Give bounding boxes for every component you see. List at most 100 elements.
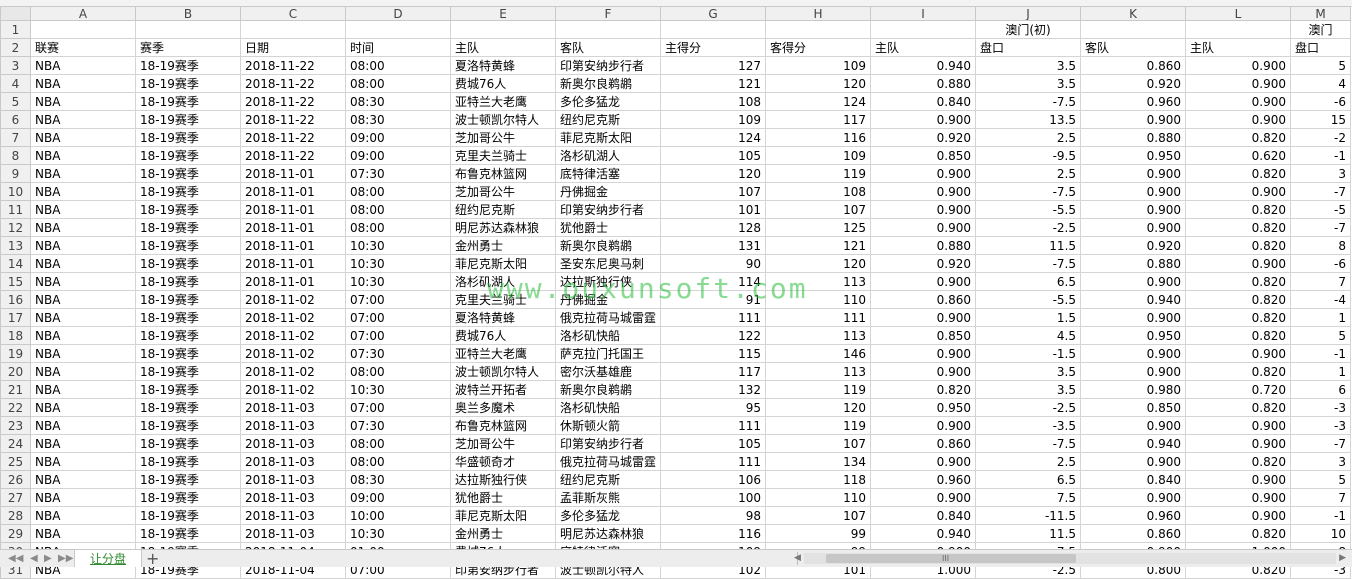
cell[interactable]: 休斯顿火箭 bbox=[554, 416, 662, 435]
cell[interactable]: 18-19赛季 bbox=[135, 380, 241, 399]
header-cell[interactable]: 主得分 bbox=[660, 38, 767, 57]
cell[interactable]: 0.980 bbox=[1080, 380, 1187, 399]
cell[interactable]: 0.880 bbox=[870, 74, 977, 93]
cell[interactable]: -1 bbox=[1290, 344, 1352, 363]
cell[interactable]: 2018-11-03 bbox=[240, 434, 346, 453]
first-sheet-icon[interactable]: ◀◀ bbox=[8, 553, 23, 564]
cell[interactable]: 111 bbox=[660, 308, 767, 327]
cell[interactable]: 底特律活塞 bbox=[554, 164, 662, 183]
cell[interactable]: 2018-11-03 bbox=[240, 398, 346, 417]
cell[interactable]: NBA bbox=[30, 344, 136, 363]
header-cell[interactable]: 主队 bbox=[870, 38, 977, 57]
cell[interactable] bbox=[1185, 20, 1292, 39]
cell[interactable] bbox=[240, 20, 346, 39]
cell[interactable]: 0.820 bbox=[1185, 164, 1292, 183]
cell[interactable]: 0.900 bbox=[870, 344, 977, 363]
cell[interactable]: 0.820 bbox=[1185, 398, 1292, 417]
cell[interactable]: 0.900 bbox=[870, 416, 977, 435]
cell[interactable]: 0.960 bbox=[1080, 92, 1187, 111]
cell[interactable]: 18-19赛季 bbox=[135, 254, 241, 273]
cell[interactable]: 新奥尔良鹈鹕 bbox=[554, 380, 662, 399]
cell[interactable]: 0.900 bbox=[1080, 272, 1187, 291]
cell[interactable]: 18-19赛季 bbox=[135, 308, 241, 327]
cell[interactable]: 07:00 bbox=[345, 398, 451, 417]
cell[interactable]: 圣安东尼奥马刺 bbox=[554, 254, 662, 273]
cell[interactable]: 华盛顿奇才 bbox=[450, 452, 556, 471]
row-header[interactable]: 20 bbox=[0, 362, 31, 381]
cell[interactable]: 2.5 bbox=[975, 452, 1082, 471]
cell[interactable]: 18-19赛季 bbox=[135, 56, 241, 75]
cell[interactable]: 0.900 bbox=[1185, 416, 1292, 435]
scroll-thumb[interactable]: III bbox=[826, 554, 1076, 563]
cell[interactable]: 0.920 bbox=[1080, 236, 1187, 255]
cell[interactable]: 0.900 bbox=[870, 218, 977, 237]
cell[interactable]: 印第安纳步行者 bbox=[554, 56, 662, 75]
cell[interactable]: NBA bbox=[30, 272, 136, 291]
cell[interactable]: 8 bbox=[1290, 236, 1352, 255]
cell[interactable]: 0.820 bbox=[1185, 218, 1292, 237]
sheet-tab-handicap[interactable]: 让分盘 bbox=[74, 550, 142, 567]
cell[interactable]: 105 bbox=[660, 146, 767, 165]
cell[interactable]: 丹佛掘金 bbox=[554, 182, 662, 201]
header-cell[interactable]: 联赛 bbox=[30, 38, 136, 57]
cell[interactable]: 印第安纳步行者 bbox=[554, 434, 662, 453]
cell[interactable]: 1.5 bbox=[975, 308, 1082, 327]
cell[interactable]: 116 bbox=[765, 128, 872, 147]
cell[interactable]: NBA bbox=[30, 56, 136, 75]
row-header[interactable]: 21 bbox=[0, 380, 31, 399]
cell[interactable]: 18-19赛季 bbox=[135, 488, 241, 507]
cell[interactable]: 0.860 bbox=[870, 434, 977, 453]
cell[interactable]: 0.720 bbox=[1185, 380, 1292, 399]
cell[interactable] bbox=[30, 20, 136, 39]
cell[interactable]: 4.5 bbox=[975, 326, 1082, 345]
cell[interactable]: 18-19赛季 bbox=[135, 470, 241, 489]
cell[interactable]: 波士顿凯尔特人 bbox=[450, 362, 556, 381]
cell[interactable]: 18-19赛季 bbox=[135, 74, 241, 93]
row-header[interactable]: 5 bbox=[0, 92, 31, 111]
cell[interactable]: 2018-11-02 bbox=[240, 290, 346, 309]
cell[interactable]: 7 bbox=[1290, 272, 1352, 291]
cell[interactable]: 俄克拉荷马城雷霆 bbox=[554, 452, 662, 471]
cell[interactable]: 18-19赛季 bbox=[135, 236, 241, 255]
cell[interactable]: 5 bbox=[1290, 470, 1352, 489]
cell[interactable]: -6 bbox=[1290, 254, 1352, 273]
cell[interactable]: 121 bbox=[765, 236, 872, 255]
cell[interactable]: -5 bbox=[1290, 200, 1352, 219]
cell[interactable]: 0.850 bbox=[870, 326, 977, 345]
cell[interactable]: 明尼苏达森林狼 bbox=[450, 218, 556, 237]
cell[interactable]: 0.860 bbox=[870, 290, 977, 309]
cell[interactable]: 18-19赛季 bbox=[135, 524, 241, 543]
cell[interactable]: 0.900 bbox=[1185, 182, 1292, 201]
cell[interactable]: 120 bbox=[765, 398, 872, 417]
cell[interactable]: -7.5 bbox=[975, 254, 1082, 273]
cell[interactable]: 0.900 bbox=[1080, 218, 1187, 237]
cell[interactable]: 0.820 bbox=[1185, 200, 1292, 219]
cell[interactable]: 18-19赛季 bbox=[135, 272, 241, 291]
cell[interactable]: 114 bbox=[660, 272, 767, 291]
header-cell[interactable]: 客得分 bbox=[765, 38, 872, 57]
column-header-d[interactable]: D bbox=[345, 6, 451, 21]
cell[interactable]: 2018-11-22 bbox=[240, 92, 346, 111]
cell[interactable]: 11.5 bbox=[975, 236, 1082, 255]
cell[interactable] bbox=[345, 20, 451, 39]
cell[interactable]: 2018-11-22 bbox=[240, 74, 346, 93]
cell[interactable]: 6.5 bbox=[975, 470, 1082, 489]
cell[interactable]: 116 bbox=[660, 524, 767, 543]
cell[interactable]: 0.900 bbox=[1080, 308, 1187, 327]
cell[interactable]: 119 bbox=[765, 164, 872, 183]
row-header[interactable]: 22 bbox=[0, 398, 31, 417]
cell[interactable]: 2018-11-03 bbox=[240, 470, 346, 489]
cell[interactable]: 0.900 bbox=[1185, 470, 1292, 489]
cell[interactable]: 0.820 bbox=[1185, 272, 1292, 291]
cell[interactable]: 111 bbox=[765, 308, 872, 327]
cell[interactable]: -5.5 bbox=[975, 290, 1082, 309]
cell[interactable]: 109 bbox=[765, 146, 872, 165]
scroll-track[interactable]: III bbox=[804, 553, 1336, 564]
header-cell[interactable]: 主队 bbox=[450, 38, 556, 57]
cell[interactable]: 2018-11-22 bbox=[240, 110, 346, 129]
cell[interactable]: 0.900 bbox=[870, 488, 977, 507]
next-sheet-icon[interactable]: ▶ bbox=[44, 553, 52, 564]
cell[interactable]: 0.840 bbox=[870, 92, 977, 111]
cell[interactable]: -1 bbox=[1290, 146, 1352, 165]
header-cell[interactable]: 时间 bbox=[345, 38, 451, 57]
